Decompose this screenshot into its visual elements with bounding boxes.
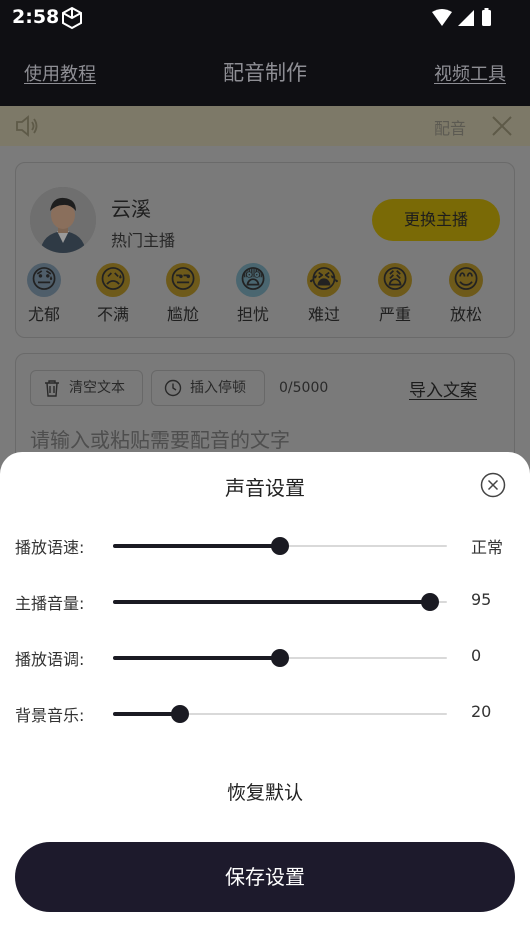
background-music-setting-row: 背景音乐: 20 (0, 694, 530, 734)
video-tools-link[interactable]: 视频工具 (434, 60, 506, 86)
emotion-label: 放松 (449, 305, 482, 324)
setting-value: 95 (471, 590, 492, 609)
cell-signal-icon (458, 10, 474, 26)
clock-icon (164, 379, 182, 397)
emotion-label: 难过 (307, 305, 340, 324)
sheet-title: 声音设置 (225, 476, 305, 500)
slider-thumb[interactable] (171, 705, 189, 723)
change-voice-button[interactable]: 更换主播 (372, 199, 500, 241)
setting-label: 主播音量: (15, 594, 85, 613)
sound-settings-sheet: 声音设置 播放语速: 正常 主播音量: 95 播放语调: 0 背景音乐: 20 … (0, 452, 530, 942)
clear-text-label: 清空文本 (69, 380, 125, 396)
notice-bar: 配音 (0, 106, 530, 146)
slider-thumb[interactable] (271, 649, 289, 667)
emotion-item-depressed[interactable]: 😓 尤郁 (14, 263, 74, 325)
status-bar: 2:58 (0, 0, 530, 36)
slider-thumb[interactable] (421, 593, 439, 611)
relaxed-face-icon: 😊 (449, 263, 483, 297)
slider-fill (113, 712, 180, 716)
speed-setting-row: 播放语速: 正常 (0, 526, 530, 566)
volume-slider[interactable] (113, 593, 447, 611)
insert-pause-button[interactable]: 插入停顿 (151, 370, 265, 406)
emotion-label: 严重 (378, 305, 411, 324)
pitch-slider[interactable] (113, 649, 447, 667)
emotion-list: 😓 尤郁 😥 不满 😒 尴尬 😨 担忧 😭 难过 😩 严重 😊 放松 (16, 263, 516, 329)
emotion-item-dissatisfied[interactable]: 😥 不满 (83, 263, 143, 325)
avatar[interactable] (30, 187, 96, 253)
clear-text-button[interactable]: 清空文本 (30, 370, 143, 406)
setting-label: 播放语调: (15, 650, 85, 669)
setting-label: 播放语速: (15, 538, 85, 557)
slider-fill (113, 600, 430, 604)
voice-name: 云溪 (111, 197, 151, 221)
background-music-slider[interactable] (113, 705, 447, 723)
status-time: 2:58 (12, 6, 60, 28)
reset-defaults-button[interactable]: 恢复默认 (0, 778, 530, 805)
save-settings-button[interactable]: 保存设置 (15, 842, 515, 912)
avatar-illustration (30, 187, 96, 253)
setting-value: 正常 (471, 538, 504, 557)
setting-label: 背景音乐: (15, 706, 85, 725)
notice-text: 配音 (434, 119, 467, 138)
char-count: 0/5000 (279, 380, 329, 396)
emotion-item-sad[interactable]: 😭 难过 (294, 263, 354, 325)
depressed-face-icon: 😓 (27, 263, 61, 297)
app-header: 使用教程 配音制作 视频工具 (0, 36, 530, 106)
trash-icon (45, 380, 59, 397)
close-icon[interactable] (490, 114, 514, 138)
import-text-link[interactable]: 导入文案 (409, 376, 477, 401)
emotion-label: 担忧 (236, 305, 269, 324)
pitch-setting-row: 播放语调: 0 (0, 638, 530, 678)
wifi-icon (432, 9, 452, 26)
setting-value: 20 (471, 702, 492, 721)
battery-icon (482, 10, 491, 26)
emotion-label: 尤郁 (27, 305, 60, 324)
voice-card: 云溪 热门主播 更换主播 😓 尤郁 😥 不满 😒 尴尬 😨 担忧 😭 难过 😩 … (15, 162, 515, 338)
slider-fill (113, 656, 280, 660)
volume-setting-row: 主播音量: 95 (0, 582, 530, 622)
emotion-label: 尴尬 (166, 305, 199, 324)
awkward-face-icon: 😒 (166, 263, 200, 297)
cube-icon (62, 6, 82, 30)
crying-face-icon: 😭 (307, 263, 341, 297)
voice-tag: 热门主播 (111, 231, 176, 250)
dissatisfied-face-icon: 😥 (96, 263, 130, 297)
emotion-item-relaxed[interactable]: 😊 放松 (436, 263, 496, 325)
emotion-item-awkward[interactable]: 😒 尴尬 (153, 263, 213, 325)
signal-battery-icons (432, 8, 491, 26)
serious-face-icon: 😩 (378, 263, 412, 297)
speaker-icon (16, 115, 38, 137)
text-input-placeholder[interactable]: 请输入或粘贴需要配音的文字 (30, 424, 290, 453)
emotion-label: 不满 (96, 305, 129, 324)
close-circle-icon[interactable] (480, 472, 506, 498)
worried-face-icon: 😨 (236, 263, 270, 297)
insert-pause-label: 插入停顿 (190, 380, 246, 396)
emotion-item-serious[interactable]: 😩 严重 (365, 263, 425, 325)
setting-value: 0 (471, 646, 482, 665)
slider-fill (113, 544, 280, 548)
speed-slider[interactable] (113, 537, 447, 555)
emotion-item-worried[interactable]: 😨 担忧 (223, 263, 283, 325)
slider-thumb[interactable] (271, 537, 289, 555)
